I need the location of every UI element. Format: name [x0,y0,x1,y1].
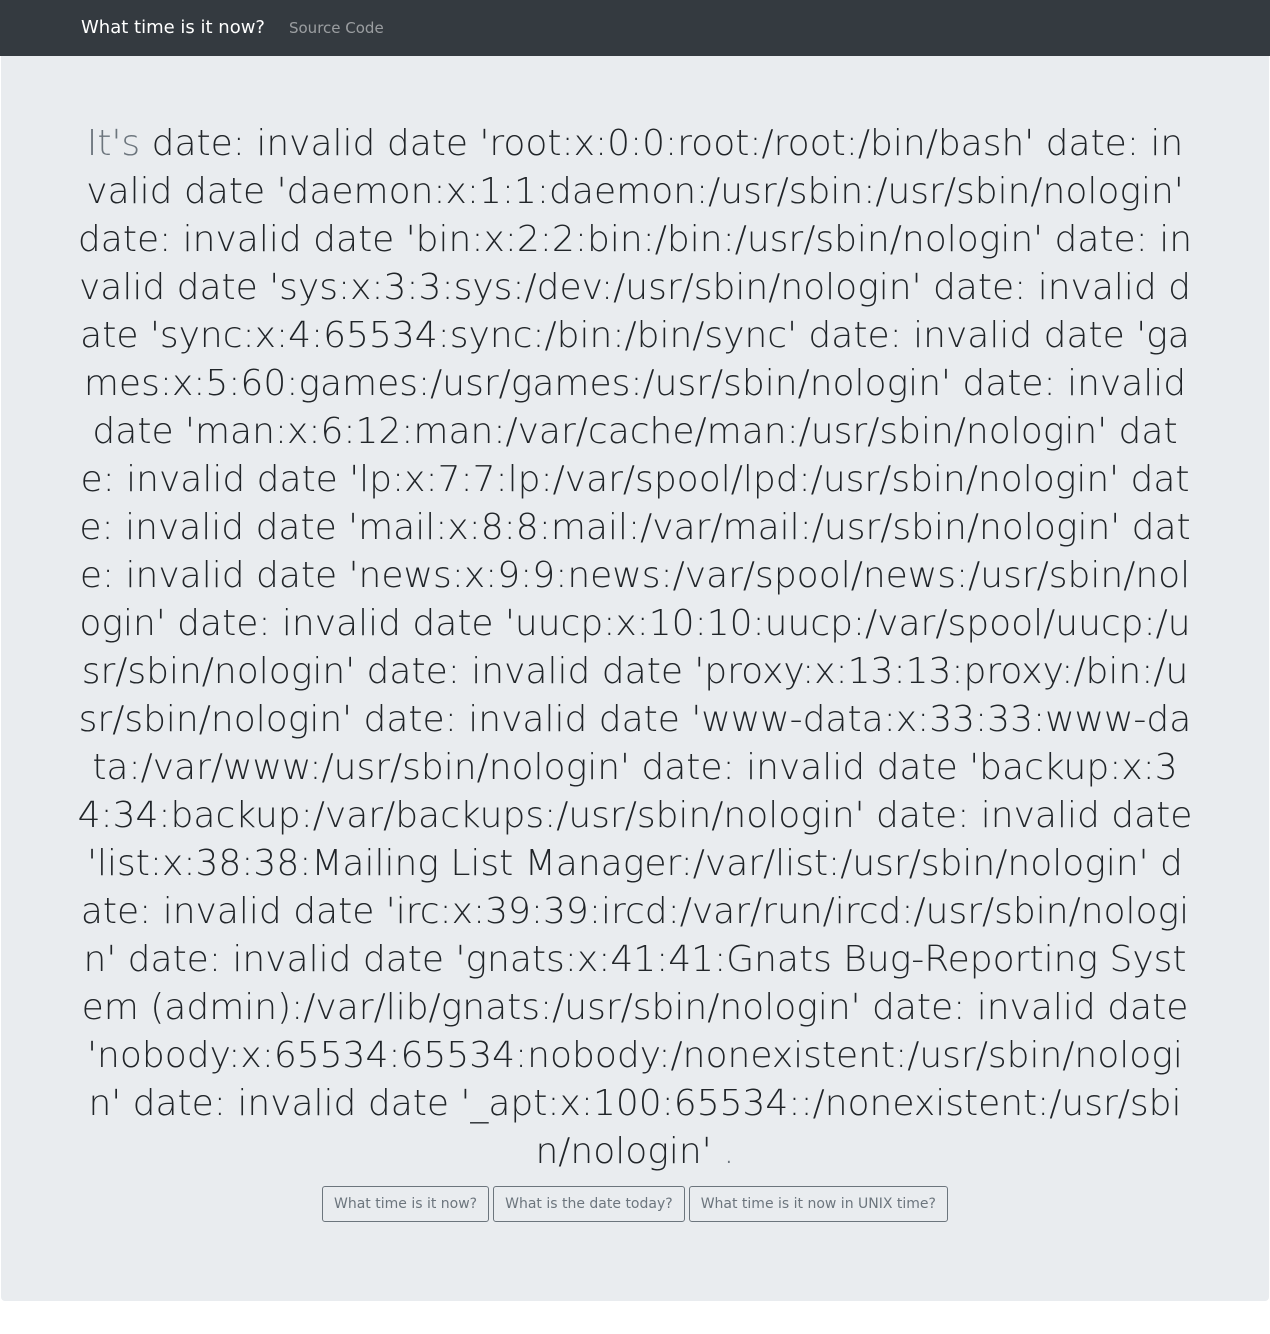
navbar: What time is it now? Source Code [0,0,1270,56]
jumbotron: It's date: invalid date 'root:x:0:0:root… [1,56,1269,1301]
result-output: date: invalid date 'root:x:0:0:root:/roo… [77,123,1193,1172]
brand-link[interactable]: What time is it now? [81,0,265,56]
time-result: It's date: invalid date 'root:x:0:0:root… [77,120,1193,1176]
time-now-button[interactable]: What time is it now? [322,1186,490,1222]
result-suffix: . [723,1131,735,1172]
date-today-button[interactable]: What is the date today? [493,1186,685,1222]
result-prefix: It's [86,123,141,164]
source-code-link[interactable]: Source Code [289,0,384,56]
query-buttons: What time is it now? What is the date to… [77,1186,1193,1222]
unix-time-button[interactable]: What time is it now in UNIX time? [688,1186,948,1222]
